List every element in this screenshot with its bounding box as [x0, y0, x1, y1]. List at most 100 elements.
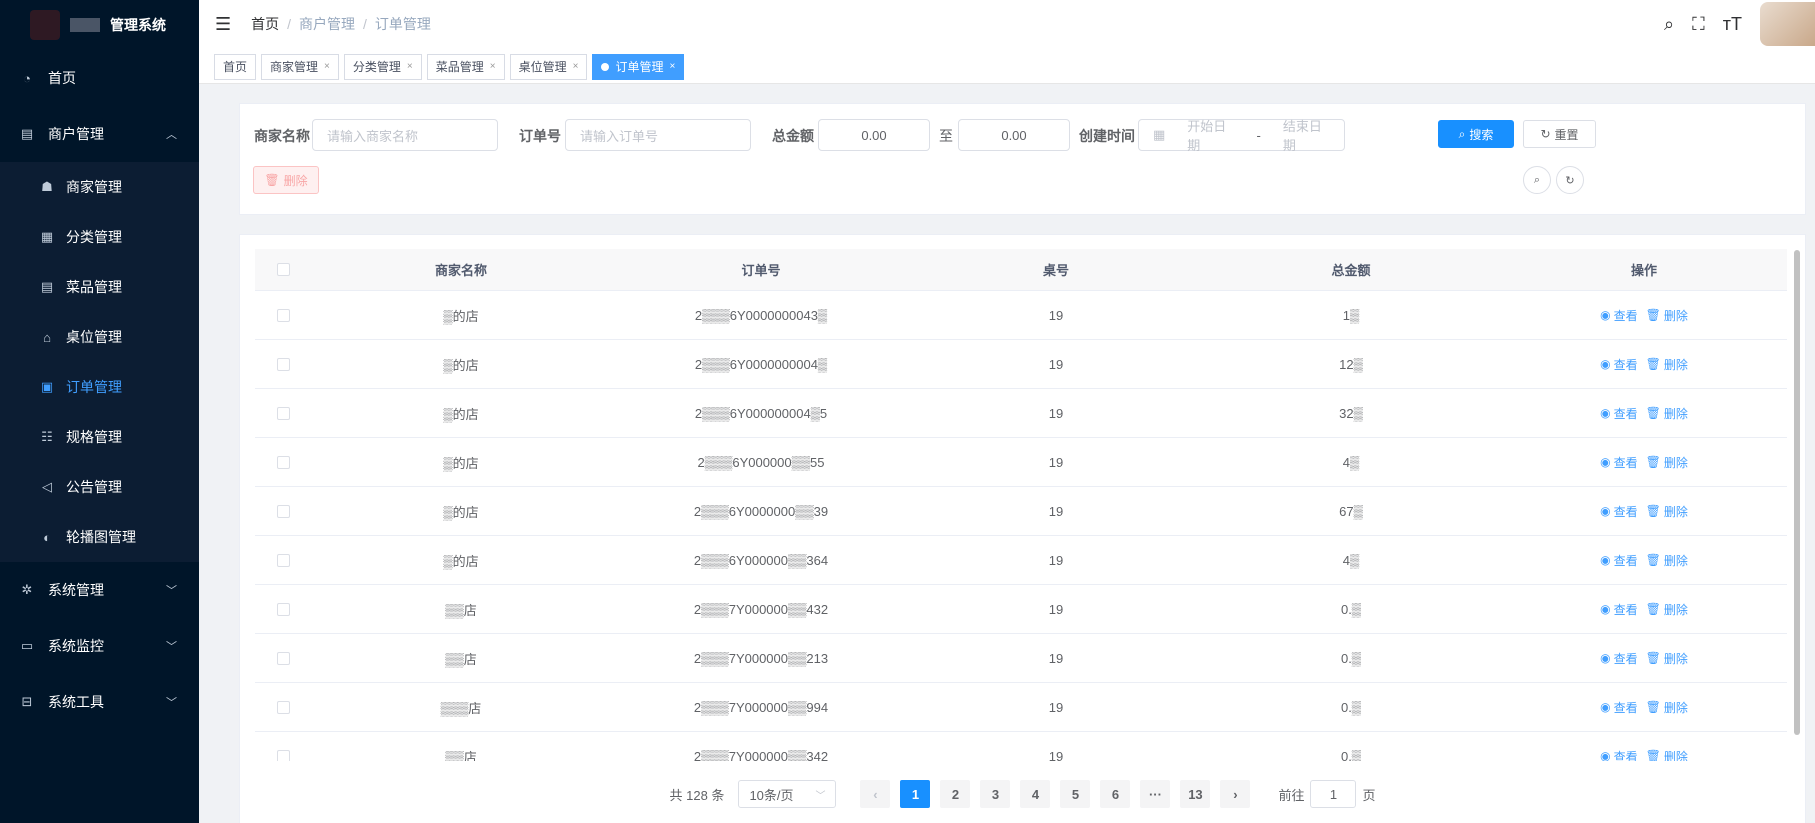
- row-delete-button[interactable]: 🗑 删除: [1646, 699, 1688, 716]
- row-delete-button[interactable]: 🗑 删除: [1646, 405, 1688, 422]
- refresh-icon: ↻: [1540, 127, 1551, 141]
- row-checkbox[interactable]: [276, 455, 290, 469]
- view-button[interactable]: ◉ 查看: [1600, 748, 1638, 761]
- tag-home[interactable]: 首页: [214, 53, 257, 80]
- cell-order: 2▒▒▒7Y000000▒▒213: [693, 650, 829, 666]
- toggle-search-button[interactable]: ⌕: [1523, 166, 1551, 194]
- next-page-button[interactable]: ›: [1220, 780, 1251, 808]
- search-icon[interactable]: ⌕: [1664, 14, 1674, 35]
- sidebar-item-merchant[interactable]: ☗ 商家管理: [0, 162, 199, 212]
- logo[interactable]: 管理系统: [0, 0, 199, 50]
- row-delete-button[interactable]: 🗑 删除: [1646, 454, 1688, 471]
- row-delete-button[interactable]: 🗑 删除: [1646, 748, 1688, 761]
- amount-min-input[interactable]: 0.00: [818, 119, 930, 151]
- table-row[interactable]: ▒的店 2▒▒▒6Y0000000004▒ 19 12▒ ◉ 查看 🗑 删除: [255, 340, 1787, 389]
- table-row[interactable]: ▒的店 2▒▒▒6Y000000▒▒55 19 4▒ ◉ 查看 🗑 删除: [255, 438, 1787, 487]
- row-delete-button[interactable]: 🗑 删除: [1646, 601, 1688, 618]
- page-5[interactable]: 5: [1060, 780, 1091, 808]
- close-icon[interactable]: ×: [573, 61, 579, 72]
- page-3[interactable]: 3: [980, 780, 1011, 808]
- sidebar-item-category[interactable]: ▦ 分类管理: [0, 212, 199, 262]
- table-row[interactable]: ▒▒▒店 2▒▒▒7Y000000▒▒994 19 0.▒ ◉ 查看 🗑 删除: [255, 683, 1787, 732]
- prev-page-button[interactable]: ‹: [860, 780, 891, 808]
- view-button[interactable]: ◉ 查看: [1600, 699, 1638, 716]
- page-2[interactable]: 2: [940, 780, 971, 808]
- order-input[interactable]: 请输入订单号: [565, 119, 751, 151]
- sidebar-item-order[interactable]: ▣ 订单管理: [0, 362, 199, 412]
- sidebar-group-tools[interactable]: ⊟ 系统工具 ﹀: [0, 674, 199, 730]
- row-delete-button[interactable]: 🗑 删除: [1646, 356, 1688, 373]
- tag-order[interactable]: 订单管理 ×: [592, 53, 685, 80]
- sidebar-item-dish[interactable]: ▤ 菜品管理: [0, 262, 199, 312]
- table-row[interactable]: ▒的店 2▒▒▒6Y0000000▒▒39 19 67▒ ◉ 查看 🗑 删除: [255, 487, 1787, 536]
- row-checkbox[interactable]: [276, 553, 290, 567]
- sidebar-item-spec[interactable]: ☷ 规格管理: [0, 412, 199, 462]
- end-date-placeholder[interactable]: 结束日期: [1283, 116, 1330, 154]
- tag-category[interactable]: 分类管理 ×: [343, 53, 422, 80]
- avatar[interactable]: [1760, 2, 1815, 46]
- sidebar-item-home[interactable]: ◔ 首页: [0, 50, 199, 106]
- row-checkbox[interactable]: [276, 651, 290, 665]
- delete-label: 删除: [1663, 406, 1688, 421]
- date-range-picker[interactable]: ▦ 开始日期 - 结束日期: [1138, 116, 1345, 154]
- tag-merchant[interactable]: 商家管理 ×: [261, 53, 339, 80]
- row-delete-button[interactable]: 🗑 删除: [1646, 503, 1688, 520]
- table-row[interactable]: ▒的店 2▒▒▒6Y000000004▒5 19 32▒ ◉ 查看 🗑 删除: [255, 389, 1787, 438]
- view-button[interactable]: ◉ 查看: [1600, 601, 1638, 618]
- page-1[interactable]: 1: [900, 780, 931, 808]
- search-button[interactable]: ⌕ 搜索: [1438, 120, 1514, 148]
- table-row[interactable]: ▒▒店 2▒▒▒7Y000000▒▒342 19 0.▒ ◉ 查看 🗑 删除: [255, 732, 1787, 761]
- row-delete-button[interactable]: 🗑 删除: [1646, 307, 1688, 324]
- close-icon[interactable]: ×: [490, 61, 496, 72]
- delete-button[interactable]: 🗑 删除: [253, 166, 319, 194]
- row-checkbox[interactable]: [276, 602, 290, 616]
- breadcrumb-home[interactable]: 首页: [251, 14, 279, 34]
- start-date-placeholder[interactable]: 开始日期: [1187, 116, 1234, 154]
- sidebar-group-system[interactable]: ✲ 系统管理 ﹀: [0, 562, 199, 618]
- page-more[interactable]: ···: [1140, 780, 1171, 808]
- menu-toggle-icon[interactable]: ☰: [215, 14, 231, 35]
- view-button[interactable]: ◉ 查看: [1600, 307, 1638, 324]
- row-checkbox[interactable]: [276, 406, 290, 420]
- table-row[interactable]: ▒的店 2▒▒▒6Y0000000043▒ 19 1▒ ◉ 查看 🗑 删除: [255, 291, 1787, 340]
- sidebar-group-monitor[interactable]: ▭ 系统监控 ﹀: [0, 618, 199, 674]
- row-delete-button[interactable]: 🗑 删除: [1646, 552, 1688, 569]
- page-6[interactable]: 6: [1100, 780, 1131, 808]
- tag-dish[interactable]: 菜品管理 ×: [426, 53, 505, 80]
- row-checkbox[interactable]: [276, 504, 290, 518]
- sidebar-item-carousel[interactable]: ◐ 轮播图管理: [0, 512, 199, 562]
- view-button[interactable]: ◉ 查看: [1600, 405, 1638, 422]
- sidebar-item-notice[interactable]: ◁ 公告管理: [0, 462, 199, 512]
- font-size-icon[interactable]: ᴛT: [1723, 14, 1742, 35]
- table-row[interactable]: ▒▒店 2▒▒▒7Y000000▒▒432 19 0.▒ ◉ 查看 🗑 删除: [255, 585, 1787, 634]
- merchant-input[interactable]: 请输入商家名称: [312, 119, 498, 151]
- amount-max-input[interactable]: 0.00: [958, 119, 1070, 151]
- row-checkbox[interactable]: [276, 700, 290, 714]
- select-all-checkbox[interactable]: [276, 263, 290, 276]
- close-icon[interactable]: ×: [407, 61, 413, 72]
- view-button[interactable]: ◉ 查看: [1600, 650, 1638, 667]
- view-button[interactable]: ◉ 查看: [1600, 503, 1638, 520]
- row-checkbox[interactable]: [276, 357, 290, 371]
- page-13[interactable]: 13: [1180, 780, 1211, 808]
- sidebar-item-table[interactable]: ⌂ 桌位管理: [0, 312, 199, 362]
- view-button[interactable]: ◉ 查看: [1600, 454, 1638, 471]
- row-delete-button[interactable]: 🗑 删除: [1646, 650, 1688, 667]
- goto-input[interactable]: 1: [1310, 780, 1357, 808]
- table-row[interactable]: ▒的店 2▒▒▒6Y000000▒▒364 19 4▒ ◉ 查看 🗑 删除: [255, 536, 1787, 585]
- table-row[interactable]: ▒▒店 2▒▒▒7Y000000▒▒213 19 0.▒ ◉ 查看 🗑 删除: [255, 634, 1787, 683]
- close-icon[interactable]: ×: [669, 61, 675, 72]
- scrollbar[interactable]: [1794, 250, 1800, 735]
- reset-button[interactable]: ↻ 重置: [1523, 120, 1596, 148]
- page-size-select[interactable]: 10条/页 ﹀: [738, 780, 837, 808]
- close-icon[interactable]: ×: [324, 61, 330, 72]
- view-button[interactable]: ◉ 查看: [1600, 356, 1638, 373]
- sidebar-group-merchant[interactable]: ▤ 商户管理 ︿: [0, 106, 199, 162]
- fullscreen-icon[interactable]: ⛶: [1692, 14, 1705, 35]
- view-button[interactable]: ◉ 查看: [1600, 552, 1638, 569]
- row-checkbox[interactable]: [276, 749, 290, 761]
- tag-table[interactable]: 桌位管理 ×: [509, 53, 588, 80]
- page-4[interactable]: 4: [1020, 780, 1051, 808]
- row-checkbox[interactable]: [276, 308, 290, 322]
- refresh-button[interactable]: ↻: [1556, 166, 1584, 194]
